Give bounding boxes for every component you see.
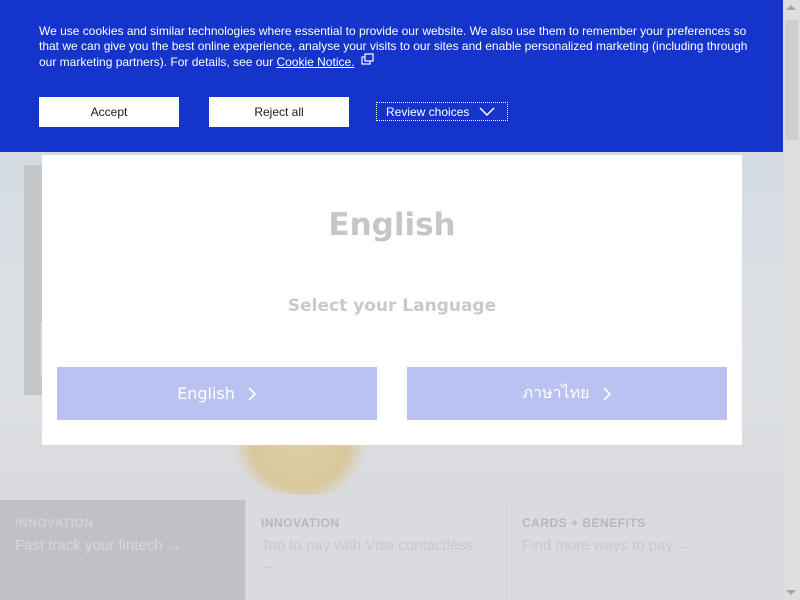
accept-button[interactable]: Accept — [39, 97, 179, 127]
reject-all-button[interactable]: Reject all — [209, 97, 349, 127]
promo-category: INNOVATION — [15, 516, 94, 530]
language-option-thai[interactable]: ภาษาไทย — [407, 367, 727, 420]
promo-strip: INNOVATION Fast track your fintech → INN… — [0, 500, 783, 600]
scroll-down-arrow-icon[interactable] — [786, 590, 796, 595]
promo-link[interactable]: Fast track your fintech → — [15, 536, 230, 556]
review-choices-button[interactable]: Review choices — [376, 102, 508, 121]
promo-link[interactable]: Tap to pay with Visa contactless → — [261, 536, 491, 576]
promo-card[interactable]: INNOVATION Tap to pay with Visa contactl… — [246, 500, 507, 600]
page-scrollbar[interactable] — [783, 0, 800, 600]
chevron-down-icon — [479, 106, 495, 116]
promo-card[interactable]: INNOVATION Fast track your fintech → — [0, 500, 246, 600]
modal-title: English — [328, 207, 456, 243]
promo-card[interactable]: CARDS + BENEFITS Find more ways to pay → — [507, 500, 783, 600]
review-choices-label: Review choices — [386, 104, 470, 119]
promo-link[interactable]: Find more ways to pay → — [522, 536, 767, 556]
language-option-label: English — [177, 384, 235, 403]
promo-category: INNOVATION — [261, 516, 340, 530]
external-link-icon — [361, 53, 374, 65]
cookie-banner: We use cookies and similar technologies … — [0, 0, 783, 152]
modal-subtitle: Select your Language — [287, 296, 497, 316]
language-option-label: ภาษาไทย — [522, 383, 590, 402]
cookie-banner-text: We use cookies and similar technologies … — [39, 24, 749, 70]
scroll-thumb[interactable] — [785, 20, 798, 140]
language-option-english[interactable]: English — [57, 367, 377, 420]
chevron-right-icon — [248, 386, 257, 401]
promo-category: CARDS + BENEFITS — [522, 516, 646, 530]
chevron-right-icon — [602, 386, 611, 401]
scroll-up-arrow-icon[interactable] — [786, 5, 796, 10]
language-modal: English Select your Language English ภาษ… — [42, 155, 742, 445]
cookie-description: We use cookies and similar technologies … — [39, 24, 748, 69]
cookie-notice-link[interactable]: Cookie Notice. — [276, 55, 354, 69]
